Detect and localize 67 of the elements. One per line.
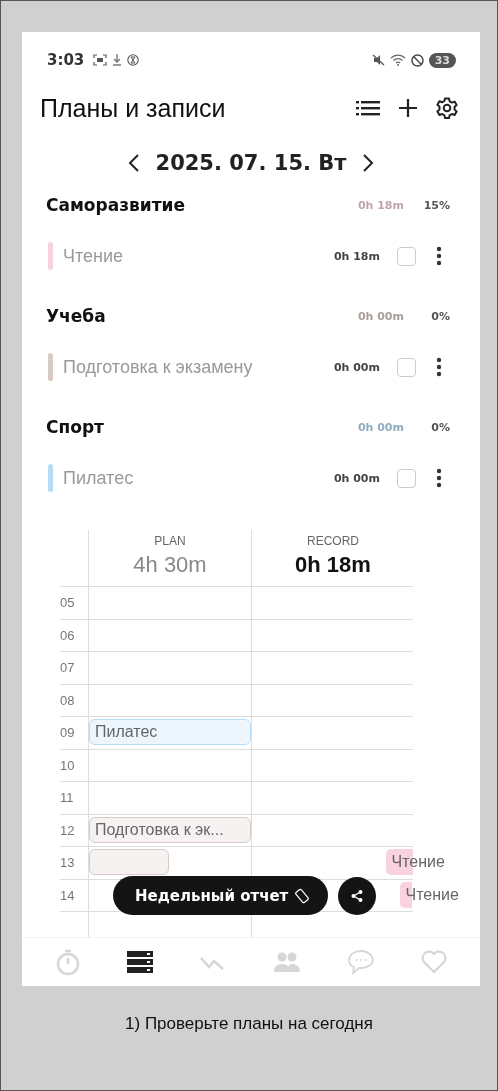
stopwatch-icon[interactable] [55,948,81,976]
category-title: Саморазвитие [46,195,185,215]
wifi-icon [389,54,406,66]
download-icon [112,54,123,66]
category-title: Учеба [46,306,106,326]
task-name[interactable]: Пилатес [63,467,134,489]
record-block[interactable] [399,881,406,908]
hour-label: 09 [60,725,75,741]
hour-label: 12 [60,822,75,838]
hour-label: 11 [60,790,74,806]
plan-total: 4h 30m [133,552,207,578]
category-total: 0h 18m [356,198,404,212]
more-options-icon[interactable] [436,246,442,266]
record-block[interactable] [385,849,392,875]
screenshot-icon [93,54,108,66]
hour-label: 06 [60,627,75,643]
more-options-icon[interactable] [436,357,442,377]
chat-bubble-icon[interactable] [347,949,375,975]
task-checkbox[interactable] [397,357,416,377]
plan-block[interactable] [89,849,169,875]
rotate-phone-icon [294,887,311,904]
hour-label: 10 [60,757,75,773]
plan-label: PLAN [154,534,186,548]
list-icon[interactable] [356,99,380,117]
task-time: 0h 18m [333,249,380,263]
add-icon[interactable] [398,98,418,118]
page-title: Планы и записи [40,93,226,123]
task-checkbox[interactable] [397,468,416,488]
plan-block[interactable]: Пилатес [89,719,251,745]
hour-label: 14 [60,887,75,903]
record-label-text: Чтение [405,881,459,908]
mute-icon [371,54,385,66]
settings-icon[interactable] [436,97,458,119]
plan-block[interactable]: Подготовка к эк... [89,816,251,843]
category-total: 0h 00m [356,309,404,323]
do-not-disturb-icon [410,53,424,67]
task-time: 0h 00m [333,360,380,374]
task-name[interactable]: Подготовка к экзамену [63,356,253,378]
category-percent: 0% [430,420,450,434]
task-checkbox[interactable] [397,246,416,266]
category-total: 0h 00m [356,420,404,434]
record-label: RECORD [307,534,359,548]
next-day-icon[interactable] [362,153,375,173]
more-options-icon[interactable] [436,468,442,488]
category-percent: 15% [422,198,450,212]
share-button[interactable] [338,876,377,915]
status-time: 3:03 [47,51,85,69]
weekly-report-button[interactable]: Недельный отчет [113,876,329,915]
hour-label: 05 [60,595,75,611]
list-icon[interactable] [127,950,153,974]
hour-label: 07 [60,660,75,676]
record-label-text: Чтение [391,849,445,875]
current-date: 2025. 07. 15. Вт [155,151,347,175]
caption: 1) Проверьте планы на сегодня [124,1014,374,1034]
category-percent: 0% [430,309,450,323]
task-name[interactable]: Чтение [63,245,124,267]
hourglass-icon [127,54,140,66]
record-total: 0h 18m [295,552,371,578]
hour-label: 08 [60,692,75,708]
heart-icon[interactable] [421,950,447,974]
hour-label: 13 [60,855,75,871]
people-icon[interactable] [273,951,301,973]
task-time: 0h 00m [333,471,380,485]
battery-level: 33 [428,52,456,68]
category-title: Спорт [46,417,104,437]
share-icon [350,888,365,903]
previous-day-icon[interactable] [127,153,140,173]
